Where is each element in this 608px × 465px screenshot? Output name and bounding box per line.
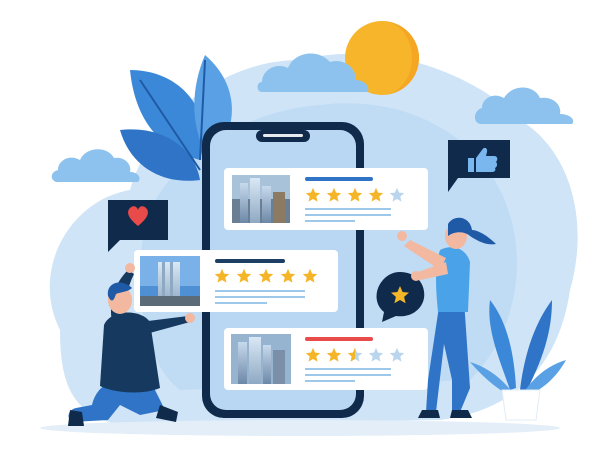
text-line bbox=[305, 380, 355, 382]
review-illustration bbox=[0, 0, 608, 465]
text-line bbox=[215, 290, 305, 292]
cloud-icon-left bbox=[51, 149, 140, 182]
review-card-top[interactable] bbox=[224, 168, 428, 230]
phone-speaker bbox=[263, 134, 303, 137]
building-photo bbox=[231, 334, 291, 384]
accent-bar bbox=[305, 337, 373, 341]
text-line bbox=[305, 374, 391, 376]
accent-bar bbox=[305, 177, 373, 181]
text-line bbox=[305, 208, 391, 210]
illustration-canvas bbox=[40, 21, 578, 436]
cloud-icon-right bbox=[474, 87, 574, 124]
text-line bbox=[305, 220, 355, 222]
building-photo bbox=[232, 175, 290, 223]
text-line bbox=[215, 296, 305, 298]
building-photo bbox=[140, 256, 200, 306]
accent-bar bbox=[215, 259, 285, 263]
review-card-middle[interactable] bbox=[134, 250, 338, 312]
review-card-bottom[interactable] bbox=[224, 328, 428, 390]
text-line bbox=[215, 302, 267, 304]
text-line bbox=[305, 368, 391, 370]
text-line bbox=[305, 214, 391, 216]
floor-shadow bbox=[40, 420, 560, 436]
